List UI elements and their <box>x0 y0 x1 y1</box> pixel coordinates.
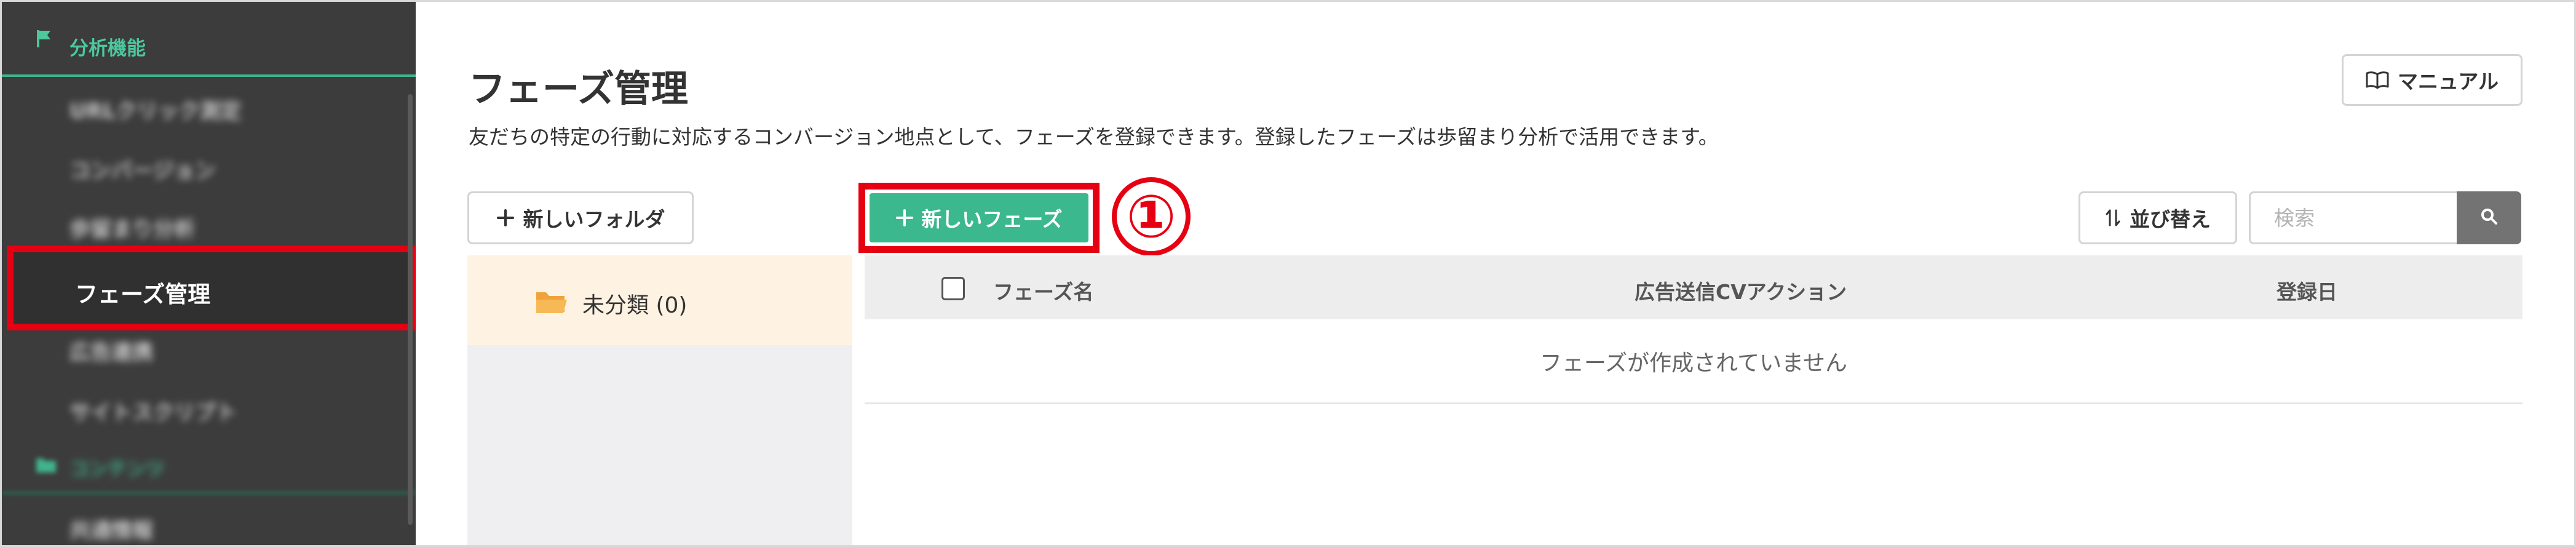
sidebar-item-label: フェーズ管理 <box>75 281 211 308</box>
select-all-checkbox[interactable] <box>941 277 965 300</box>
folder-icon <box>536 292 567 313</box>
sidebar-item-common-info[interactable]: 共通情報 <box>69 514 153 544</box>
new-folder-button[interactable]: 新しいフォルダ <box>467 191 694 244</box>
column-header-registered-date[interactable]: 登録日 <box>2277 276 2337 305</box>
sidebar-item-funnel-analysis[interactable]: 歩留まり分析 <box>69 212 195 242</box>
folder-icon <box>36 458 56 473</box>
folder-label: 未分類 (0) <box>582 293 688 318</box>
search-icon <box>2480 207 2499 228</box>
page-title: フェーズ管理 <box>469 68 688 111</box>
book-open-icon <box>2366 71 2389 89</box>
page-description: 友だちの特定の行動に対応するコンバージョン地点として、フェーズを登録できます。登… <box>469 125 1719 149</box>
sidebar-item-url-click[interactable]: URLクリック測定 <box>69 94 241 124</box>
sidebar-divider <box>2 491 416 495</box>
column-header-ad-cv-action[interactable]: 広告送信CVアクション <box>1635 276 1847 305</box>
folder-panel: 未分類 (0) <box>467 255 852 547</box>
search-input[interactable] <box>2249 191 2457 244</box>
sort-button[interactable]: 並び替え <box>2079 191 2237 244</box>
column-header-phase-name[interactable]: フェーズ名 <box>993 276 1093 305</box>
sidebar-item-ad-integration[interactable]: 広告連携 <box>69 335 153 365</box>
manual-button[interactable]: マニュアル <box>2342 54 2522 106</box>
sidebar-scrollbar[interactable] <box>408 94 413 525</box>
search-button[interactable] <box>2457 191 2521 244</box>
sidebar-item-phase-management[interactable]: フェーズ管理 <box>7 246 415 330</box>
sidebar-item-conversion[interactable]: コンバージョン <box>69 154 215 184</box>
plus-icon <box>496 209 515 227</box>
step-number-annotation: ① <box>1112 177 1191 256</box>
sidebar: 分析機能 URLクリック測定 コンバージョン 歩留まり分析 フェーズ管理 広告連… <box>2 2 416 545</box>
sidebar-section-title: コンテンツ <box>69 458 165 481</box>
new-folder-label: 新しいフォルダ <box>523 207 665 231</box>
table-empty-message: フェーズが作成されていません <box>865 319 2522 404</box>
empty-message-text: フェーズが作成されていません <box>1539 350 1848 376</box>
flag-icon <box>37 30 50 47</box>
step-number: ① <box>1126 182 1176 251</box>
sidebar-section-title: 分析機能 <box>69 38 146 60</box>
new-phase-label: 新しいフェーズ <box>921 207 1063 231</box>
sidebar-section-analysis[interactable]: 分析機能 <box>2 2 416 77</box>
plus-icon <box>895 209 914 227</box>
new-phase-button[interactable]: 新しいフェーズ <box>870 193 1088 242</box>
folder-item[interactable]: 未分類 (0) <box>467 255 852 345</box>
sort-arrows-icon <box>2105 208 2121 228</box>
sort-button-label: 並び替え <box>2130 207 2211 231</box>
sidebar-item-site-script[interactable]: サイトスクリプト <box>69 396 237 426</box>
manual-button-label: マニュアル <box>2397 70 2499 94</box>
